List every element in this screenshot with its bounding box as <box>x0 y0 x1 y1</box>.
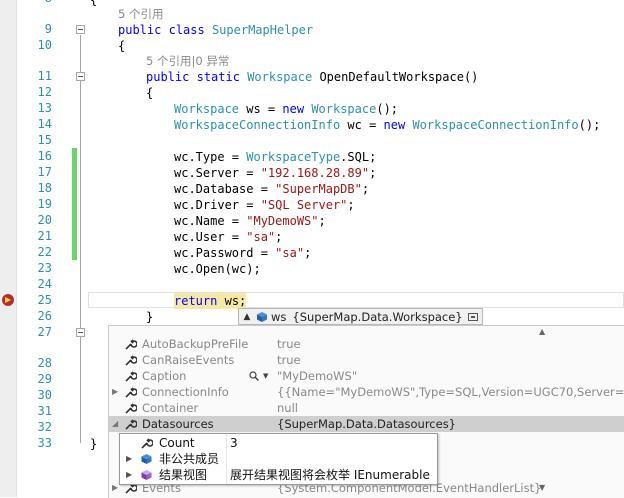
property-wrench-icon <box>125 355 137 366</box>
line-numbers: 8 9 10 11 12 13 14 15 16 17 18 19 20 21 … <box>16 0 66 497</box>
line-number: 12 <box>37 85 52 99</box>
outline-guide <box>80 35 81 443</box>
member-row[interactable]: ▶ 非公共成员 <box>120 451 437 467</box>
property-wrench-icon <box>125 339 137 350</box>
change-tracking-bar <box>72 148 77 260</box>
code-line: } <box>146 310 154 324</box>
line-number: 20 <box>37 213 52 227</box>
visualizer-dropdown-icon[interactable]: ▼ <box>263 368 268 384</box>
line-number: 8 <box>12 0 52 5</box>
datatip-collapse-toggle[interactable]: ▲ <box>241 312 253 322</box>
line-number: 29 <box>37 372 52 386</box>
non-public-members-cube-icon <box>141 454 152 464</box>
datatip-header[interactable]: ▲ ws {SuperMap.Data.Workspace} <box>238 308 483 325</box>
expand-arrow-icon[interactable]: ▶ <box>112 384 120 400</box>
line-number: 16 <box>37 149 52 163</box>
codelens-references[interactable]: 5 个引用|0 异常 <box>146 53 229 69</box>
line-number: 18 <box>37 181 52 195</box>
code-line: { <box>146 86 154 100</box>
code-line: wc.User = "sa"; <box>174 230 283 244</box>
line-number: 32 <box>37 420 52 434</box>
line-number: 23 <box>37 261 52 275</box>
pin-icon[interactable] <box>467 312 478 321</box>
scroll-up-arrow-icon[interactable]: ▲ <box>539 327 545 336</box>
datatip-variable-value[interactable]: {SuperMap.Data.Workspace} <box>292 310 462 324</box>
line-number: 31 <box>37 404 52 418</box>
property-wrench-icon <box>125 403 137 414</box>
current-statement: return ws; <box>174 293 247 309</box>
code-line: wc.Database = "SuperMapDB"; <box>174 182 370 196</box>
line-number: 33 <box>37 436 52 450</box>
line-number: 27 <box>37 325 52 339</box>
line-number: 11 <box>37 69 52 83</box>
datatip-variable-name: ws <box>271 309 287 324</box>
line-number: 13 <box>37 101 52 115</box>
line-number: 21 <box>37 229 52 243</box>
datasources-subtip[interactable]: Count 3 ▶ 非公共成员 ▶ 结果视图 展开结果视图将会枚举 IEnume… <box>119 433 438 485</box>
collapse-method-toggle[interactable] <box>76 328 85 337</box>
property-wrench-icon <box>125 371 137 382</box>
code-line: wc.Driver = "SQL Server"; <box>174 198 355 212</box>
code-line: wc.Name = "MyDemoWS"; <box>174 214 326 228</box>
line-number: 24 <box>37 277 52 291</box>
line-number: 25 <box>37 293 52 307</box>
code-line: { <box>90 0 98 7</box>
codelens-references[interactable]: 5 个引用 <box>118 6 163 22</box>
property-wrench-icon <box>125 419 137 430</box>
object-cube-icon <box>257 311 267 322</box>
line-number: 14 <box>37 117 52 131</box>
code-line: { <box>118 39 126 53</box>
expand-arrow-icon[interactable]: ▶ <box>126 451 132 467</box>
code-line: } <box>90 437 98 451</box>
member-row[interactable]: CanRaiseEvents true <box>109 352 624 368</box>
member-row[interactable]: AutoBackupPreFile true <box>109 336 624 352</box>
property-wrench-icon <box>125 387 137 398</box>
expand-arrow-icon[interactable]: ▶ <box>126 467 132 483</box>
code-line: wc.Open(wc); <box>174 262 261 276</box>
line-number: 22 <box>37 245 52 259</box>
expanded-arrow-icon[interactable]: ◢ <box>112 416 120 432</box>
property-wrench-icon <box>141 438 153 449</box>
member-row[interactable]: ▶ ConnectionInfo {{Name="MyDemoWS",Type=… <box>109 384 624 400</box>
line-number: 26 <box>37 309 52 323</box>
line-number: 15 <box>37 133 52 147</box>
results-view-icon <box>141 470 152 480</box>
code-line: WorkspaceConnectionInfo wc = new Workspa… <box>174 118 601 132</box>
collapse-class-toggle[interactable] <box>76 25 85 34</box>
member-row[interactable]: Container null <box>109 400 624 416</box>
member-row-selected[interactable]: ◢ Datasources {SuperMap.Data.Datasources… <box>109 416 624 432</box>
code-line: wc.Type = WorkspaceType.SQL; <box>174 150 377 164</box>
line-number: 28 <box>37 356 52 370</box>
code-line: Workspace ws = new Workspace(); <box>174 102 399 116</box>
member-row[interactable]: ▶ 结果视图 展开结果视图将会枚举 IEnumerable <box>120 467 437 483</box>
line-number: 10 <box>37 38 52 52</box>
code-line: public class SuperMapHelper <box>118 23 314 37</box>
line-number: 9 <box>44 22 52 36</box>
code-line: wc.Server = "192.168.28.89"; <box>174 166 377 180</box>
line-number: 30 <box>37 388 52 402</box>
scroll-down-arrow-icon[interactable]: ▼ <box>539 483 545 492</box>
line-number: 19 <box>37 197 52 211</box>
collapse-method-toggle[interactable] <box>76 72 85 81</box>
code-line: wc.Password = "sa"; <box>174 246 312 260</box>
line-number: 17 <box>37 165 52 179</box>
code-line: public static Workspace OpenDefaultWorks… <box>146 70 479 84</box>
member-row[interactable]: Caption ▼ "MyDemoWS" <box>109 368 624 384</box>
magnifier-visualizer-icon[interactable] <box>249 371 259 381</box>
member-row[interactable]: Count 3 <box>120 435 437 451</box>
